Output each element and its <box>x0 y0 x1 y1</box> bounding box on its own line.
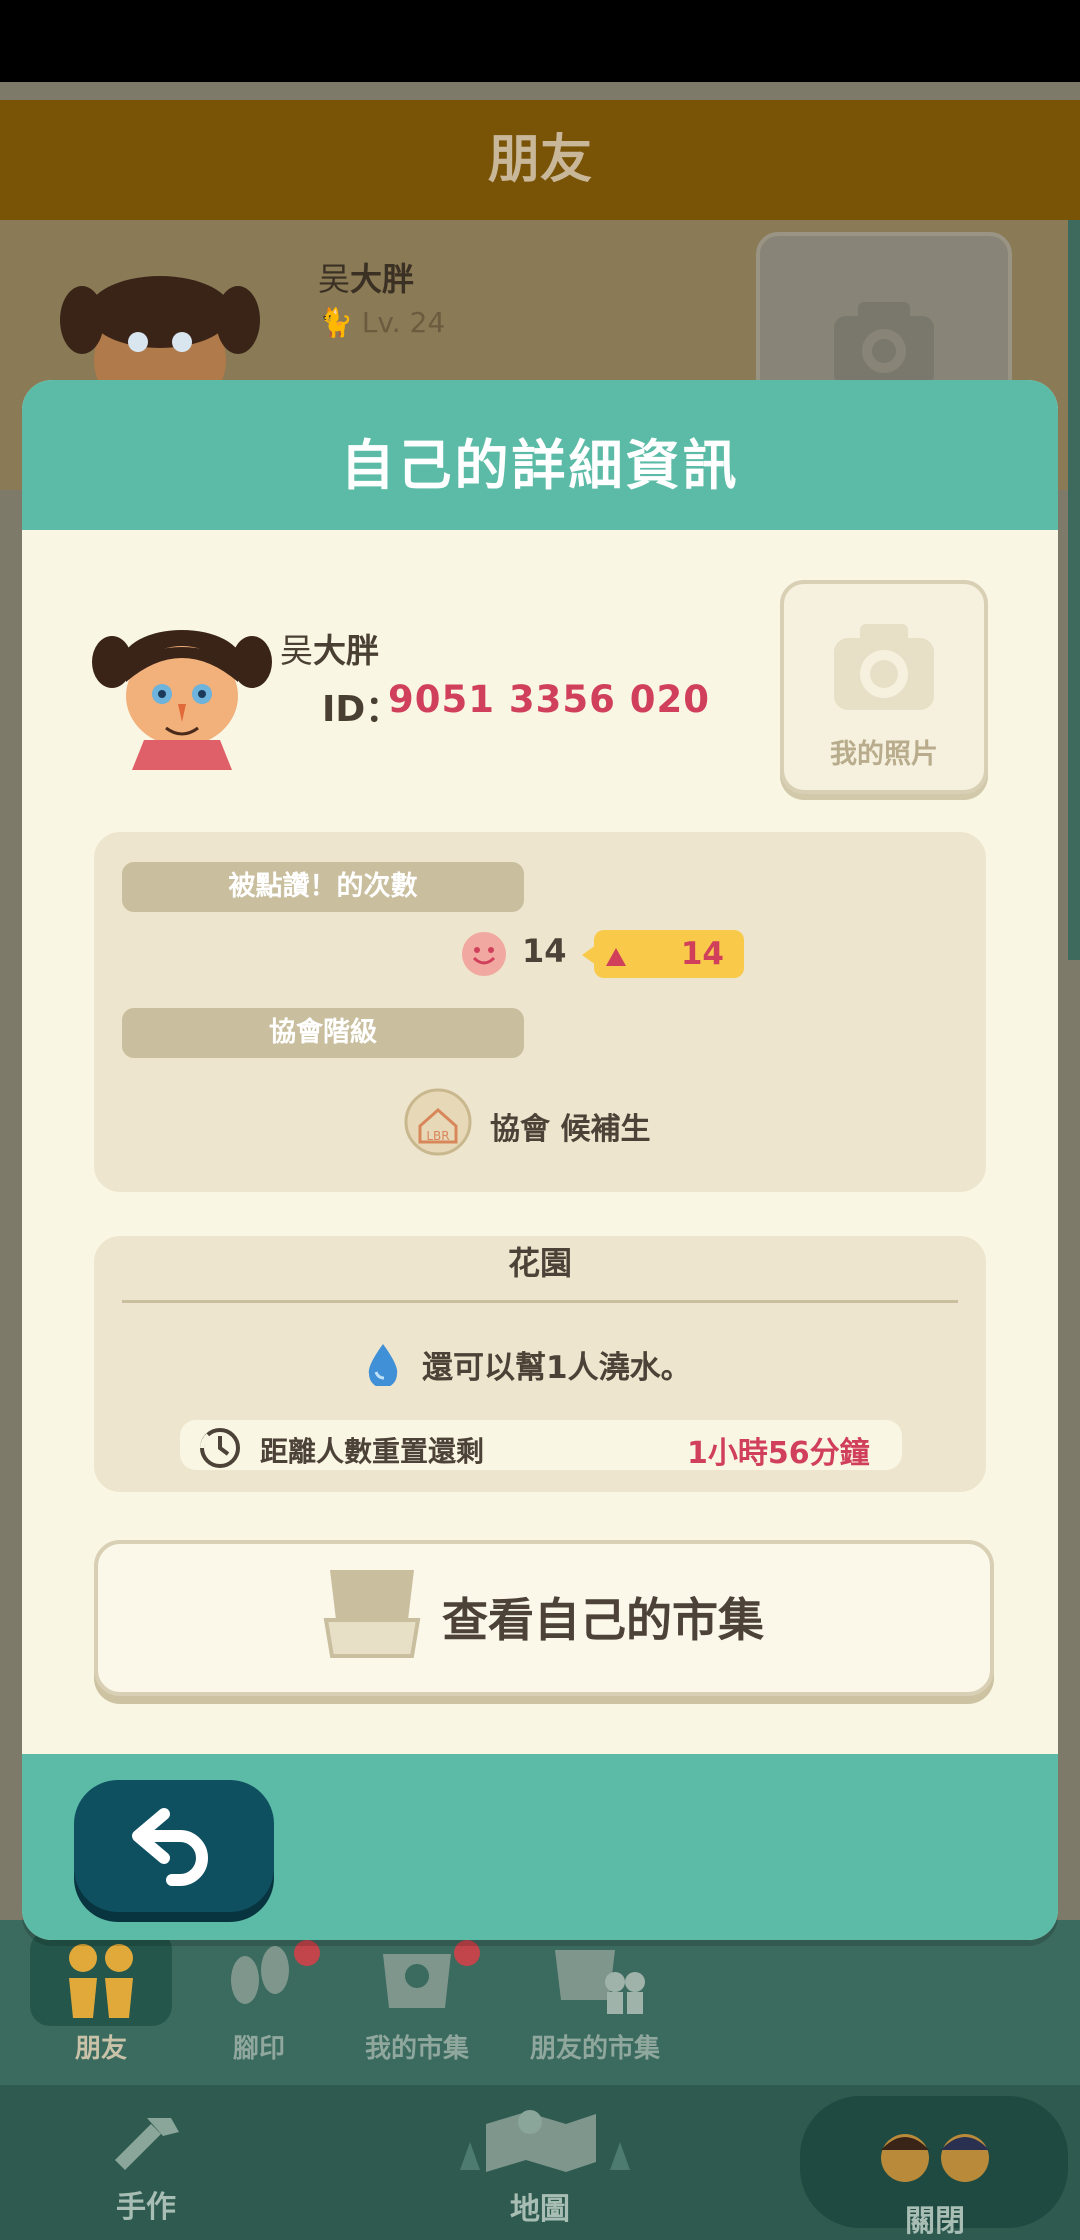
likes-count: 14 <box>522 932 567 970</box>
craft-button[interactable]: 手作 <box>96 2110 196 2226</box>
background-friend-name: 吴大胖 <box>318 260 415 298</box>
player-name: 吴大胖 <box>280 631 379 670</box>
water-drop-icon <box>368 1344 398 1386</box>
garden-divider <box>122 1300 958 1303</box>
my-photo-button[interactable]: 我的照片 <box>780 580 988 794</box>
self-details-modal: 自己的詳細資訊 吴大胖 ID： 9051 3356 020 我的照片 被點讚！的… <box>22 380 1058 1940</box>
player-id-value: 9051 3356 020 <box>388 678 710 721</box>
camera-icon <box>834 624 934 710</box>
market-stall-icon <box>323 1570 421 1658</box>
map-icon <box>460 2110 630 2172</box>
background-avatar <box>60 276 260 390</box>
map-button[interactable]: 地圖 <box>440 2104 640 2228</box>
back-arrow-icon <box>132 1808 208 1886</box>
likes-section-label: 被點讚！的次數 <box>122 862 524 912</box>
garden-timer-value: 1小時56分鐘 <box>687 1436 870 1471</box>
status-bar <box>0 0 1080 82</box>
up-triangle-icon <box>582 945 626 966</box>
timer-icon <box>200 1428 240 1468</box>
garden-timer-label: 距離人數重置還剩 <box>260 1435 485 1468</box>
my-market-badge <box>454 1940 480 1966</box>
garden-water-text: 還可以幫1人澆水。 <box>422 1350 692 1386</box>
background-scrollbar <box>1068 220 1080 960</box>
garden-title: 花園 <box>507 1244 572 1282</box>
association-rank: 協會 候補生 <box>490 1112 651 1147</box>
my-photo-label: 我的照片 <box>830 739 938 770</box>
smile-icon <box>462 932 506 976</box>
tab-friends[interactable]: 朋友 <box>26 1940 176 2065</box>
view-my-market-label: 查看自己的市集 <box>442 1593 764 1647</box>
player-avatar <box>92 630 272 770</box>
association-badge-icon: LBR <box>404 1088 472 1156</box>
my-market-icon <box>383 1954 451 2008</box>
friends-icon <box>69 1944 133 2018</box>
tab-friends-market[interactable]: 朋友的市集 <box>500 1940 690 2065</box>
back-button[interactable] <box>74 1780 274 1912</box>
hammer-icon <box>115 2118 179 2170</box>
friends-market-icon <box>555 1950 645 2014</box>
cat-icon: 🐈 <box>318 306 353 339</box>
close-button-content: 關閉 <box>860 2124 1010 2240</box>
modal-title: 自己的詳細資訊 <box>340 434 740 497</box>
background-friend-level: 🐈 Lv. 24 <box>318 306 446 339</box>
svg-text:LBR: LBR <box>426 1129 449 1143</box>
association-section-label: 協會階級 <box>122 1008 524 1058</box>
footprints-badge <box>294 1940 320 1966</box>
background-header-title: 朋友 <box>0 100 1080 220</box>
villagers-icon <box>881 2134 989 2182</box>
